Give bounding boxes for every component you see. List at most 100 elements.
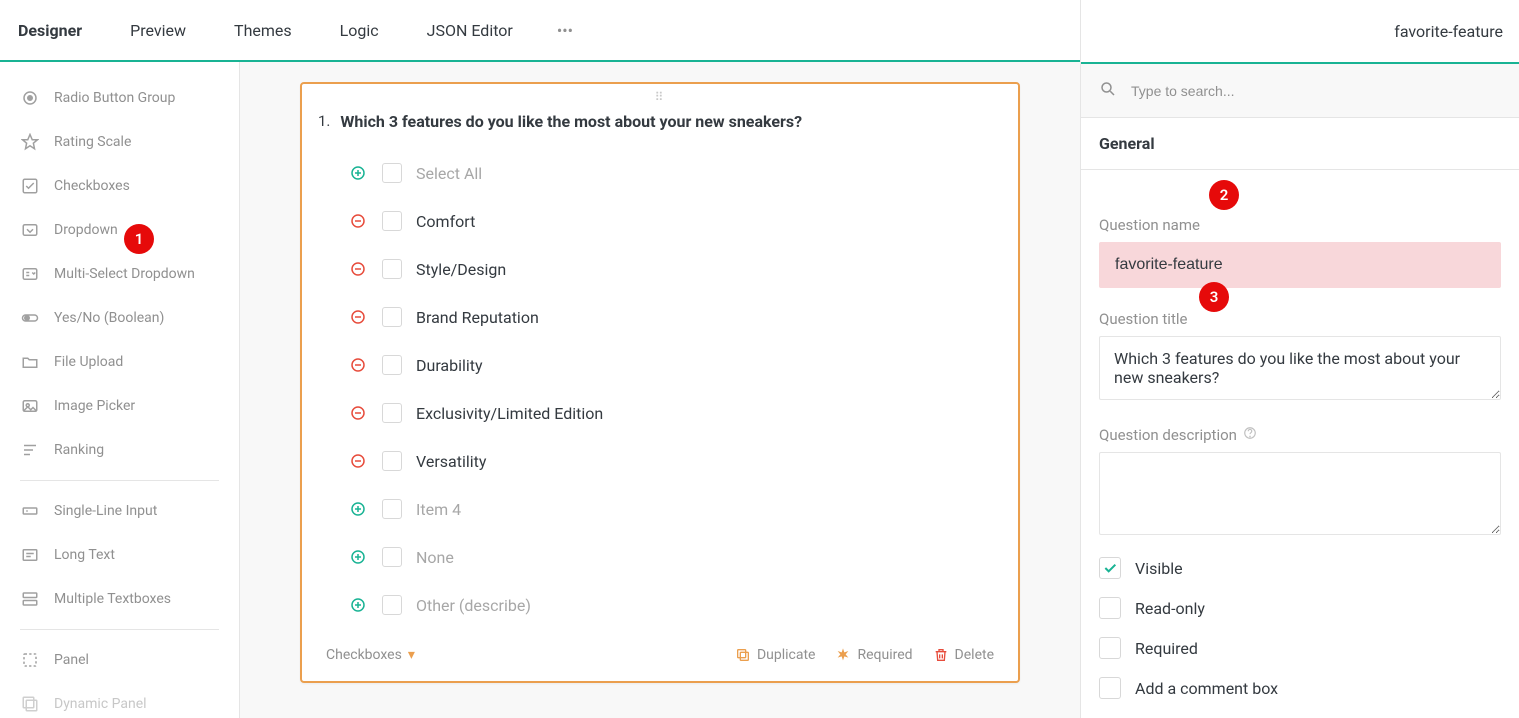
toolbox-long-text[interactable]: Long Text (0, 533, 239, 577)
sidebar-item-label: Multiple Textboxes (54, 591, 171, 607)
delete-button[interactable]: Delete (933, 647, 994, 663)
choice-checkbox[interactable] (382, 307, 402, 327)
dynamicpanel-icon (20, 694, 40, 714)
toolbox-single-line-input[interactable]: Single-Line Input (0, 489, 239, 533)
question-title[interactable]: Which 3 features do you like the most ab… (340, 112, 802, 131)
question-title-row: 1. Which 3 features do you like the most… (302, 106, 1018, 149)
choice-checkbox[interactable] (382, 259, 402, 279)
choice-text[interactable]: Comfort (416, 212, 475, 231)
tab-designer[interactable]: Designer (14, 21, 86, 40)
sidebar-separator (20, 629, 219, 630)
sidebar-item-label: Multi-Select Dropdown (54, 266, 195, 282)
section-general[interactable]: General (1081, 118, 1519, 170)
sidebar-item-label: Panel (54, 652, 89, 668)
choice-row: Durability (302, 341, 1018, 389)
choice-text[interactable]: Other (describe) (416, 596, 531, 615)
choice-checkbox[interactable] (382, 547, 402, 567)
required-button[interactable]: Required (835, 647, 912, 663)
help-icon[interactable] (1243, 426, 1257, 444)
property-checkbox-row[interactable]: Visible (1099, 557, 1501, 579)
duplicate-button[interactable]: Duplicate (735, 647, 816, 663)
add-choice-icon[interactable] (348, 499, 368, 519)
choice-text[interactable]: Brand Reputation (416, 308, 539, 327)
text-icon (20, 501, 40, 521)
sidebar-item-label: Rating Scale (54, 134, 131, 150)
drag-handle-icon[interactable]: ⠿ (302, 84, 1018, 106)
choice-text[interactable]: None (416, 548, 454, 567)
prop-label-question-name: Question name (1099, 216, 1501, 234)
toolbox-file-upload[interactable]: File Upload (0, 340, 239, 384)
toolbox-dynamic-panel[interactable]: Dynamic Panel (0, 682, 239, 718)
more-tabs-icon[interactable]: ••• (557, 21, 573, 40)
choice-text[interactable]: Item 4 (416, 500, 461, 519)
choice-checkbox[interactable] (382, 403, 402, 423)
toolbox-boolean[interactable]: Yes/No (Boolean) (0, 296, 239, 340)
question-description-input[interactable] (1099, 452, 1501, 535)
toolbox-panel[interactable]: Panel (0, 638, 239, 682)
sidebar-item-label: Dropdown (54, 222, 118, 238)
choice-text[interactable]: Durability (416, 356, 483, 375)
properties-search-input[interactable] (1129, 82, 1501, 100)
add-choice-icon[interactable] (348, 595, 368, 615)
remove-choice-icon[interactable] (348, 451, 368, 471)
annotation-badge-2: 2 (1209, 180, 1239, 210)
question-card[interactable]: ⠿ 1. Which 3 features do you like the mo… (300, 82, 1020, 683)
sidebar-item-label: Yes/No (Boolean) (54, 310, 164, 326)
choice-row: None (302, 533, 1018, 581)
choice-text[interactable]: Versatility (416, 452, 486, 471)
checkbox[interactable] (1099, 637, 1121, 659)
choice-checkbox[interactable] (382, 355, 402, 375)
sidebar-item-label: Single-Line Input (54, 503, 157, 519)
remove-choice-icon[interactable] (348, 307, 368, 327)
header-tabs: Designer Preview Themes Logic JSON Edito… (14, 21, 573, 40)
choice-checkbox[interactable] (382, 211, 402, 231)
annotation-badge-3: 3 (1199, 282, 1229, 312)
property-checkbox-row[interactable]: Required (1099, 637, 1501, 659)
longtext-icon (20, 545, 40, 565)
choice-text[interactable]: Select All (416, 164, 482, 183)
choice-checkbox[interactable] (382, 499, 402, 519)
remove-choice-icon[interactable] (348, 355, 368, 375)
toolbox-multiple-textboxes[interactable]: Multiple Textboxes (0, 577, 239, 621)
checkbox[interactable] (1099, 597, 1121, 619)
choice-text[interactable]: Exclusivity/Limited Edition (416, 404, 603, 423)
page-title: favorite-feature (1394, 22, 1503, 41)
star-icon (20, 132, 40, 152)
choice-checkbox[interactable] (382, 163, 402, 183)
choice-row: Select All (302, 149, 1018, 197)
choice-checkbox[interactable] (382, 595, 402, 615)
toolbox-radio-button-group[interactable]: Radio Button Group (0, 76, 239, 120)
question-type-label: Checkboxes (326, 647, 402, 663)
remove-choice-icon[interactable] (348, 211, 368, 231)
question-name-input[interactable] (1099, 242, 1501, 288)
toolbox-dropdown[interactable]: Dropdown (0, 208, 239, 252)
remove-choice-icon[interactable] (348, 403, 368, 423)
tab-preview[interactable]: Preview (126, 21, 190, 40)
choice-text[interactable]: Style/Design (416, 260, 506, 279)
toolbox-ranking[interactable]: Ranking (0, 428, 239, 472)
toolbox-image-picker[interactable]: Image Picker (0, 384, 239, 428)
tab-json-editor[interactable]: JSON Editor (423, 21, 517, 40)
checkbox[interactable] (1099, 677, 1121, 699)
toolbox-multiselect-dropdown[interactable]: Multi-Select Dropdown (0, 252, 239, 296)
add-choice-icon[interactable] (348, 547, 368, 567)
toolbox-rating-scale[interactable]: Rating Scale (0, 120, 239, 164)
question-type-selector[interactable]: Checkboxes ▾ (326, 647, 415, 663)
sidebar-item-label: Radio Button Group (54, 90, 175, 106)
sidebar-item-label: Ranking (54, 442, 104, 458)
sidebar-item-label: File Upload (54, 354, 123, 370)
choice-row: Exclusivity/Limited Edition (302, 389, 1018, 437)
checkbox-label: Read-only (1135, 599, 1205, 618)
add-choice-icon[interactable] (348, 163, 368, 183)
tab-logic[interactable]: Logic (336, 21, 383, 40)
checkbox[interactable] (1099, 557, 1121, 579)
property-checkbox-row[interactable]: Read-only (1099, 597, 1501, 619)
property-checkbox-row[interactable]: Add a comment box (1099, 677, 1501, 699)
tab-themes[interactable]: Themes (230, 21, 296, 40)
multitext-icon (20, 589, 40, 609)
choice-row: Other (describe) (302, 581, 1018, 629)
question-title-input[interactable]: Which 3 features do you like the most ab… (1099, 336, 1501, 400)
remove-choice-icon[interactable] (348, 259, 368, 279)
choice-checkbox[interactable] (382, 451, 402, 471)
toolbox-checkboxes[interactable]: Checkboxes (0, 164, 239, 208)
